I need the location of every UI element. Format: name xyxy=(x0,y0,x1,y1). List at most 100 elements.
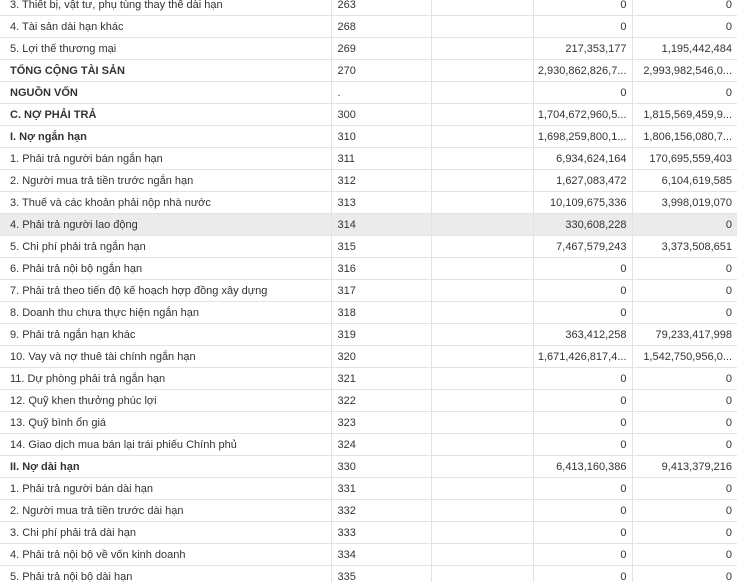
row-value-previous-cell: 0 xyxy=(632,213,737,236)
row-empty-cell xyxy=(431,103,534,126)
table-row[interactable]: 3. Thuế và các khoản phải nộp nhà nước 31… xyxy=(0,191,737,214)
table-row[interactable]: 1. Phải trả người bán ngắn hạn 311 6,934,6… xyxy=(0,147,737,170)
row-label-cell: 2. Người mua trả tiền trước dài hạn xyxy=(0,499,332,522)
table-row[interactable]: 4. Phải trả nội bộ về vốn kinh doanh 334 0… xyxy=(0,543,737,566)
table-row[interactable]: NGUỒN VỐN. 0 0 xyxy=(0,81,737,104)
row-label-cell: 3. Thiết bị, vật tư, phụ tùng thay thế d… xyxy=(0,0,332,16)
table-row[interactable]: 7. Phải trả theo tiến độ kế hoạch hợp đồ… xyxy=(0,279,737,302)
row-code-cell: 322 xyxy=(331,389,432,412)
row-label-cell: 4. Tài sản dài hạn khác xyxy=(0,15,332,38)
row-value-previous-cell: 3,373,508,651 xyxy=(632,235,737,258)
table-row[interactable]: I. Nợ ngắn hạn 310 1,698,259,800,1... 1,806… xyxy=(0,125,737,148)
row-value-current-cell: 6,413,160,386 xyxy=(533,455,633,478)
table-row[interactable]: 10. Vay và nợ thuê tài chính ngắn hạn 320… xyxy=(0,345,737,368)
row-code-cell: 319 xyxy=(331,323,432,346)
table-row[interactable]: 13. Quỹ bình ổn giá 323 0 0 xyxy=(0,411,737,434)
row-label-cell: 13. Quỹ bình ổn giá xyxy=(0,411,332,434)
row-value-previous-cell: 0 xyxy=(632,15,737,38)
row-label-cell: 6. Phải trả nội bộ ngắn hạn xyxy=(0,257,332,280)
row-value-previous-cell: 0 xyxy=(632,543,737,566)
row-value-current-cell: 0 xyxy=(533,499,633,522)
row-code-cell: 335 xyxy=(331,565,432,582)
row-value-previous-cell: 0 xyxy=(632,411,737,434)
row-value-previous-cell: 0 xyxy=(632,433,737,456)
table-row[interactable]: 5. Lợi thế thương mại 269 217,353,177 1,195… xyxy=(0,37,737,60)
row-value-current-cell: 0 xyxy=(533,279,633,302)
row-label-cell: TỔNG CỘNG TÀI SẢN xyxy=(0,59,332,82)
row-value-previous-cell: 1,195,442,484 xyxy=(632,37,737,60)
row-label-cell: 2. Người mua trả tiền trước ngắn hạn xyxy=(0,169,332,192)
row-label-cell: 7. Phải trả theo tiến độ kế hoạch hợp đồ… xyxy=(0,279,332,302)
row-value-current-cell: 0 xyxy=(533,521,633,544)
row-empty-cell xyxy=(431,411,534,434)
row-code-cell: . xyxy=(331,81,432,104)
row-value-current-cell: 363,412,258 xyxy=(533,323,633,346)
row-empty-cell xyxy=(431,81,534,104)
row-empty-cell xyxy=(431,279,534,302)
row-value-current-cell: 0 xyxy=(533,411,633,434)
row-label-cell: 1. Phải trả người bán ngắn hạn xyxy=(0,147,332,170)
row-value-current-cell: 1,627,083,472 xyxy=(533,169,633,192)
row-label-cell: 8. Doanh thu chưa thực hiện ngắn hạn xyxy=(0,301,332,324)
row-label-cell: 4. Phải trả nội bộ về vốn kinh doanh xyxy=(0,543,332,566)
row-empty-cell xyxy=(431,0,534,16)
row-empty-cell xyxy=(431,543,534,566)
row-label-cell: 11. Dự phòng phải trả ngắn hạn xyxy=(0,367,332,390)
row-empty-cell xyxy=(431,367,534,390)
row-value-current-cell: 1,698,259,800,1... xyxy=(533,125,633,148)
row-value-current-cell: 217,353,177 xyxy=(533,37,633,60)
row-value-current-cell: 0 xyxy=(533,565,633,582)
row-value-previous-cell: 3,998,019,070 xyxy=(632,191,737,214)
row-label-cell: 5. Chi phí phải trả ngắn hạn xyxy=(0,235,332,258)
balance-sheet-body: 3. Thiết bị, vật tư, phụ tùng thay thế d… xyxy=(0,0,737,582)
row-code-cell: 312 xyxy=(331,169,432,192)
row-value-previous-cell: 0 xyxy=(632,367,737,390)
table-row[interactable]: 6. Phải trả nội bộ ngắn hạn 316 0 0 xyxy=(0,257,737,280)
row-value-previous-cell: 79,233,417,998 xyxy=(632,323,737,346)
row-value-current-cell: 0 xyxy=(533,15,633,38)
row-empty-cell xyxy=(431,125,534,148)
row-code-cell: 324 xyxy=(331,433,432,456)
row-code-cell: 310 xyxy=(331,125,432,148)
row-value-current-cell: 330,608,228 xyxy=(533,213,633,236)
table-row[interactable]: 12. Quỹ khen thưởng phúc lợi 322 0 0 xyxy=(0,389,737,412)
row-code-cell: 333 xyxy=(331,521,432,544)
balance-sheet-viewport: 3. Thiết bị, vật tư, phụ tùng thay thế d… xyxy=(0,0,737,582)
row-value-current-cell: 10,109,675,336 xyxy=(533,191,633,214)
table-row[interactable]: 4. Tài sản dài hạn khác 268 0 0 xyxy=(0,15,737,38)
table-row[interactable]: 1. Phải trả người bán dài hạn 331 0 0 xyxy=(0,477,737,500)
row-code-cell: 317 xyxy=(331,279,432,302)
table-row[interactable]: 9. Phải trả ngắn hạn khác 319 363,412,258 7… xyxy=(0,323,737,346)
table-row[interactable]: 14. Giao dịch mua bán lại trái phiếu Chí… xyxy=(0,433,737,456)
table-row[interactable]: TỔNG CỘNG TÀI SẢN 270 2,930,862,826,7... 2,… xyxy=(0,59,737,82)
row-value-previous-cell: 0 xyxy=(632,0,737,16)
row-value-previous-cell: 6,104,619,585 xyxy=(632,169,737,192)
row-code-cell: 311 xyxy=(331,147,432,170)
row-code-cell: 315 xyxy=(331,235,432,258)
row-empty-cell xyxy=(431,235,534,258)
table-row[interactable]: 2. Người mua trả tiền trước dài hạn 332 0 0 xyxy=(0,499,737,522)
table-row[interactable]: 11. Dự phòng phải trả ngắn hạn 321 0 0 xyxy=(0,367,737,390)
row-empty-cell xyxy=(431,521,534,544)
row-label-cell: II. Nợ dài hạn xyxy=(0,455,332,478)
row-code-cell: 331 xyxy=(331,477,432,500)
row-empty-cell xyxy=(431,433,534,456)
table-row[interactable]: 8. Doanh thu chưa thực hiện ngắn hạn 318 0… xyxy=(0,301,737,324)
table-row[interactable]: II. Nợ dài hạn 330 6,413,160,386 9,413,379,… xyxy=(0,455,737,478)
row-code-cell: 313 xyxy=(331,191,432,214)
row-empty-cell xyxy=(431,15,534,38)
row-value-current-cell: 6,934,624,164 xyxy=(533,147,633,170)
row-value-current-cell: 1,671,426,817,4... xyxy=(533,345,633,368)
row-value-previous-cell: 0 xyxy=(632,477,737,500)
table-row[interactable]: C. NỢ PHẢI TRẢ 300 1,704,672,960,5... 1,815… xyxy=(0,103,737,126)
table-row[interactable]: 3. Thiết bị, vật tư, phụ tùng thay thế d… xyxy=(0,0,737,16)
table-row[interactable]: 5. Phải trả nội bộ dài hạn 335 0 0 xyxy=(0,565,737,582)
table-row[interactable]: 5. Chi phí phải trả ngắn hạn 315 7,467,579… xyxy=(0,235,737,258)
row-empty-cell xyxy=(431,213,534,236)
row-value-previous-cell: 9,413,379,216 xyxy=(632,455,737,478)
table-row[interactable]: 4. Phải trả người lao động 314 330,608,228… xyxy=(0,213,737,236)
row-label-cell: 4. Phải trả người lao động xyxy=(0,213,332,236)
balance-sheet-table: 3. Thiết bị, vật tư, phụ tùng thay thế d… xyxy=(0,0,737,582)
table-row[interactable]: 2. Người mua trả tiền trước ngắn hạn 312 1… xyxy=(0,169,737,192)
table-row[interactable]: 3. Chi phí phải trả dài hạn 333 0 0 xyxy=(0,521,737,544)
